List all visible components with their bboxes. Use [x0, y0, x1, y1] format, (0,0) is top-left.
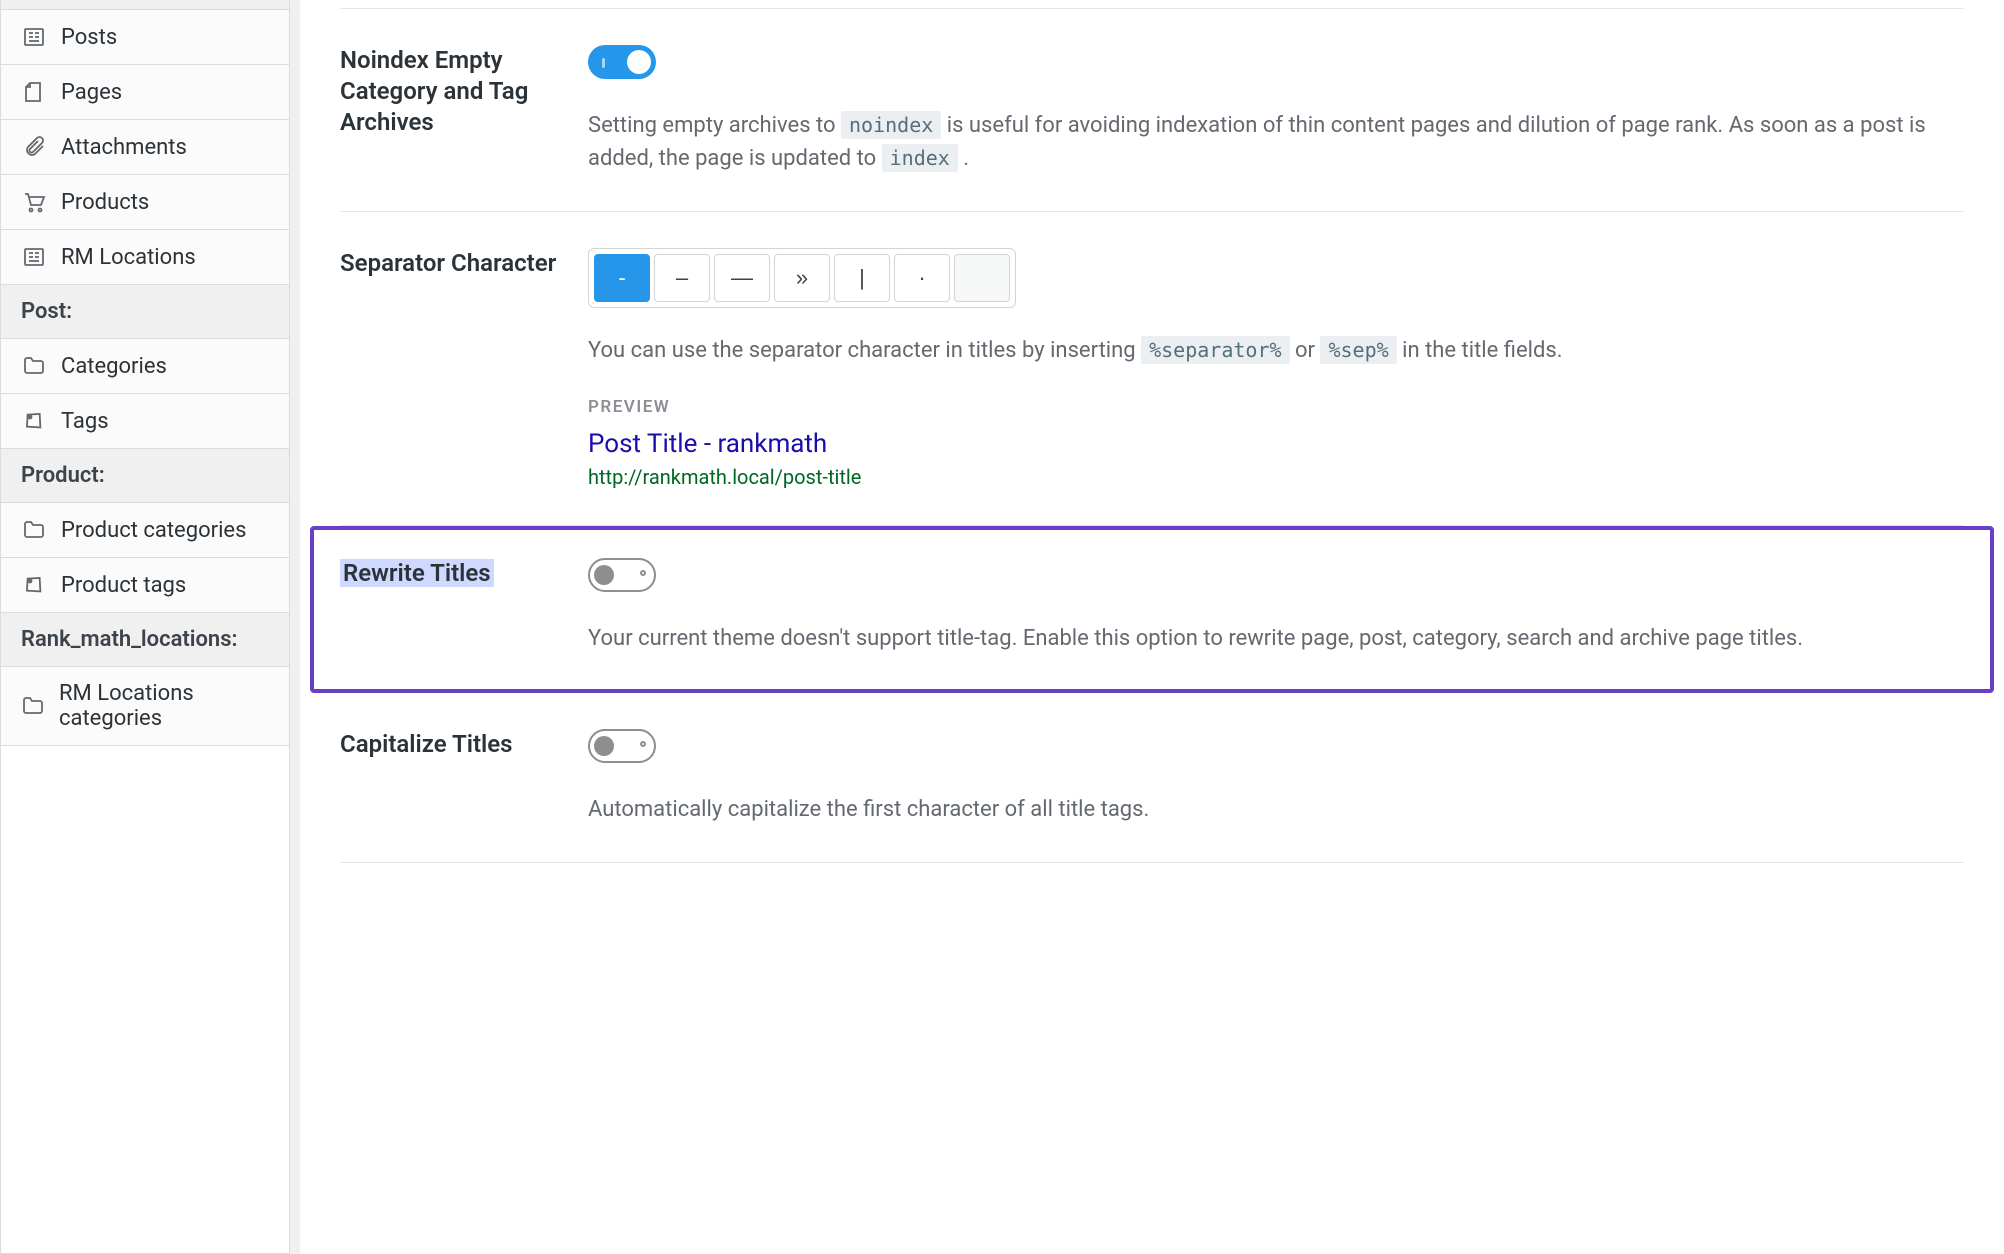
cart-icon	[21, 189, 47, 215]
tag-icon	[21, 408, 47, 434]
code-index: index	[882, 144, 958, 172]
code-sep: %sep%	[1320, 336, 1396, 364]
code-separator: %separator%	[1141, 336, 1289, 364]
posts-icon	[21, 24, 47, 50]
sidebar-item-label: Products	[61, 190, 149, 215]
preview-heading: PREVIEW	[588, 397, 1964, 417]
sidebar-item-product-tags[interactable]: Product tags	[1, 558, 289, 613]
sidebar-item-label: Tags	[61, 409, 109, 434]
folder-icon	[21, 353, 47, 379]
sidebar-item-categories[interactable]: Categories	[1, 339, 289, 394]
main-settings: Noindex Empty Category and Tag Archives …	[300, 0, 2004, 1254]
sidebar-item-product-categories[interactable]: Product categories	[1, 503, 289, 558]
highlight-rewrite-titles: Rewrite Titles Your current theme doesn'…	[310, 526, 1994, 693]
attachments-icon	[21, 134, 47, 160]
setting-capitalize-titles: Capitalize Titles Automatically capitali…	[340, 693, 1964, 863]
preview-title: Post Title - rankmath	[588, 429, 1964, 459]
setting-description: Setting empty archives to noindex is use…	[588, 109, 1964, 175]
pages-icon	[21, 79, 47, 105]
folder-icon	[21, 517, 47, 543]
toggle-noindex[interactable]	[588, 45, 656, 79]
code-noindex: noindex	[841, 111, 941, 139]
separator-option-endash[interactable]: –	[654, 254, 710, 302]
posts-icon	[21, 244, 47, 270]
sidebar-item-attachments[interactable]: Attachments	[1, 120, 289, 175]
toggle-rewrite-titles[interactable]	[588, 558, 656, 592]
sidebar-item-rm-locations[interactable]: RM Locations	[1, 230, 289, 285]
setting-label: Rewrite Titles	[340, 558, 588, 589]
sidebar-item-pages[interactable]: Pages	[1, 65, 289, 120]
separator-option-middot[interactable]: ·	[894, 254, 950, 302]
toggle-capitalize-titles[interactable]	[588, 729, 656, 763]
sidebar-item-label: Categories	[61, 354, 167, 379]
sidebar-section-post: Post:	[1, 285, 289, 339]
separator-option-custom[interactable]	[954, 254, 1010, 302]
tag-icon	[21, 572, 47, 598]
sidebar-item-rm-locations-categories[interactable]: RM Locations categories	[1, 667, 289, 746]
sidebar-item-label: Posts	[61, 25, 117, 50]
setting-rewrite-titles: Rewrite Titles Your current theme doesn'…	[340, 558, 1964, 655]
separator-option-pipe[interactable]: |	[834, 254, 890, 302]
sidebar: Posts Pages Attachments Products RM Loca…	[0, 0, 290, 1254]
separator-option-emdash[interactable]: —	[714, 254, 770, 302]
setting-label: Separator Character	[340, 248, 588, 279]
setting-description: Automatically capitalize the first chara…	[588, 793, 1964, 826]
separator-option-raquo[interactable]: »	[774, 254, 830, 302]
setting-label: Noindex Empty Category and Tag Archives	[340, 45, 588, 139]
sidebar-item-label: Pages	[61, 80, 122, 105]
setting-description: Your current theme doesn't support title…	[588, 622, 1964, 655]
folder-icon	[21, 693, 45, 719]
sidebar-section-rank-math-locations: Rank_math_locations:	[1, 613, 289, 667]
sidebar-item-label: Product tags	[61, 573, 186, 598]
sidebar-item-label: Attachments	[61, 135, 187, 160]
setting-noindex-archives: Noindex Empty Category and Tag Archives …	[340, 8, 1964, 212]
setting-description: You can use the separator character in t…	[588, 334, 1964, 367]
separator-option-hyphen[interactable]: -	[594, 254, 650, 302]
sidebar-item-label: RM Locations categories	[59, 681, 269, 731]
sidebar-item-label: RM Locations	[61, 245, 196, 270]
sidebar-item-products[interactable]: Products	[1, 175, 289, 230]
sidebar-item-label: Product categories	[61, 518, 246, 543]
sidebar-item-posts[interactable]: Posts	[1, 10, 289, 65]
setting-separator-character: Separator Character - – — » | · You can …	[340, 212, 1964, 526]
sidebar-section-product: Product:	[1, 449, 289, 503]
setting-label: Capitalize Titles	[340, 729, 588, 760]
sidebar-item-tags[interactable]: Tags	[1, 394, 289, 449]
sidebar-top-spacer	[1, 0, 289, 10]
separator-buttons: - – — » | ·	[588, 248, 1016, 308]
preview-url: http://rankmath.local/post-title	[588, 465, 1964, 489]
